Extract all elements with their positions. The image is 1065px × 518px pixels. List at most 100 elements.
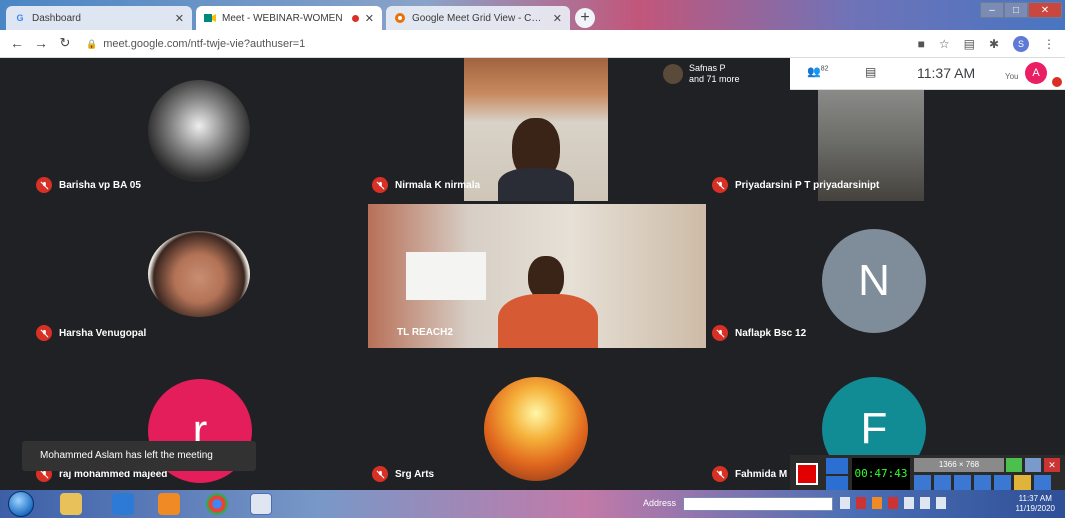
participant-tile[interactable]: Barisha vp BA 05 bbox=[30, 58, 366, 201]
back-icon[interactable]: ← bbox=[8, 35, 26, 51]
participant-name: Fahmida M bbox=[712, 466, 787, 482]
reading-list-icon[interactable]: ▤ bbox=[964, 37, 975, 51]
participant-name: Barisha vp BA 05 bbox=[36, 177, 141, 193]
profile-avatar[interactable]: S bbox=[1013, 36, 1029, 52]
tab-label: Google Meet Grid View - Chrom bbox=[412, 12, 547, 24]
folder-icon[interactable] bbox=[1014, 475, 1031, 490]
clock-time: 11:37 AM bbox=[1018, 494, 1052, 503]
tab-label: Meet - WEBINAR-WOMEN bbox=[222, 12, 343, 24]
participant-tile[interactable]: TL REACH2 bbox=[368, 204, 706, 348]
network-icon[interactable] bbox=[936, 497, 946, 509]
self-avatar[interactable]: A bbox=[1025, 62, 1047, 84]
new-tab-button[interactable]: + bbox=[575, 8, 595, 28]
close-icon[interactable]: ✕ bbox=[1044, 458, 1060, 472]
record-button[interactable] bbox=[796, 463, 818, 485]
resolution-label: 1366 × 768 bbox=[914, 458, 1004, 472]
pause-icon[interactable] bbox=[826, 476, 848, 491]
camera-icon[interactable] bbox=[826, 458, 848, 474]
tray-icon[interactable] bbox=[840, 497, 850, 509]
forward-icon[interactable]: → bbox=[32, 35, 50, 51]
minimize-button[interactable]: – bbox=[980, 2, 1004, 18]
mic-off-icon bbox=[36, 325, 52, 341]
participant-tile[interactable]: Srg Arts bbox=[366, 349, 706, 490]
participant-name: Naflapk Bsc 12 bbox=[712, 325, 806, 341]
self-label: You bbox=[1005, 72, 1019, 81]
tab-grid-view[interactable]: Google Meet Grid View - Chrom ✕ bbox=[386, 6, 570, 30]
taskbar-address-input[interactable] bbox=[683, 497, 833, 511]
mic-off-icon bbox=[712, 325, 728, 341]
start-button[interactable] bbox=[8, 491, 34, 517]
google-icon: G bbox=[16, 13, 24, 23]
menu-icon[interactable]: ⋮ bbox=[1043, 37, 1055, 51]
tray-icon[interactable] bbox=[888, 497, 898, 509]
url-text: meet.google.com/ntf-twje-vie?authuser=1 bbox=[103, 38, 306, 50]
close-icon[interactable]: ✕ bbox=[553, 12, 562, 25]
tray-icon[interactable] bbox=[856, 497, 866, 509]
participant-avatar: N bbox=[822, 229, 926, 333]
close-icon[interactable]: ✕ bbox=[175, 12, 184, 25]
pen-icon[interactable] bbox=[994, 475, 1011, 490]
tab-dashboard[interactable]: G Dashboard ✕ bbox=[6, 6, 192, 30]
recording-timer: 00:47:43 bbox=[852, 458, 910, 490]
speaker-icon[interactable] bbox=[914, 475, 931, 490]
maximize-button[interactable]: □ bbox=[1004, 2, 1028, 18]
address-bar: ← → ↻ 🔒 meet.google.com/ntf-twje-vie?aut… bbox=[0, 30, 1065, 58]
taskbar: Address 11:37 AM 11/19/2020 bbox=[0, 490, 1065, 518]
browser-tab-bar: G Dashboard ✕ Meet - WEBINAR-WOMEN ✕ Goo… bbox=[0, 0, 1065, 30]
extensions-icon[interactable]: ✱ bbox=[989, 37, 999, 51]
close-icon[interactable]: ✕ bbox=[365, 12, 374, 25]
snap-icon[interactable] bbox=[1006, 458, 1022, 472]
rollup-name: Safnas P bbox=[689, 63, 726, 73]
participant-name: Srg Arts bbox=[372, 466, 434, 482]
media-player-icon[interactable] bbox=[158, 493, 180, 515]
participant-video-body bbox=[498, 294, 598, 348]
star-icon[interactable]: ☆ bbox=[939, 37, 950, 51]
chrome-icon[interactable] bbox=[206, 493, 228, 515]
close-window-button[interactable]: ✕ bbox=[1028, 2, 1062, 18]
minimize-icon[interactable] bbox=[1025, 458, 1041, 472]
volume-icon[interactable] bbox=[920, 497, 930, 509]
participant-photo bbox=[484, 377, 588, 481]
address-label: Address bbox=[643, 498, 677, 508]
participant-tile[interactable]: N Naflapk Bsc 12 bbox=[706, 201, 1042, 349]
recorder-tools bbox=[914, 475, 1062, 491]
recorder-widget: 00:47:43 1366 × 768 ✕ bbox=[790, 455, 1065, 493]
avatar bbox=[663, 64, 683, 84]
participant-tile[interactable]: Harsha Venugopal bbox=[30, 201, 366, 349]
extension-icon bbox=[394, 12, 406, 24]
participants-rollup[interactable]: Safnas P and 71 more bbox=[655, 58, 790, 90]
file-explorer-icon[interactable] bbox=[60, 493, 82, 515]
window-controls: – □ ✕ bbox=[980, 2, 1062, 20]
tray-icon[interactable] bbox=[872, 497, 882, 509]
toolbar-icons: ■ ☆ ▤ ✱ S ⋮ bbox=[918, 36, 1055, 52]
chat-icon[interactable]: ▤ bbox=[865, 65, 876, 79]
participant-name: Nirmala K nirmala bbox=[372, 177, 480, 193]
taskbar-clock[interactable]: 11:37 AM 11/19/2020 bbox=[1016, 494, 1055, 514]
internet-explorer-icon[interactable] bbox=[112, 493, 134, 515]
screen: G Dashboard ✕ Meet - WEBINAR-WOMEN ✕ Goo… bbox=[0, 0, 1065, 518]
participant-name: TL REACH2 bbox=[374, 324, 453, 340]
url-field[interactable]: 🔒 meet.google.com/ntf-twje-vie?authuser=… bbox=[86, 34, 906, 54]
mic-off-icon bbox=[712, 177, 728, 193]
reload-icon[interactable]: ↻ bbox=[56, 35, 74, 51]
meet-grid: Barisha vp BA 05 Nirmala K nirmala Priya… bbox=[0, 58, 1065, 490]
participant-name: Priyadarsini P T priyadarsinipt bbox=[712, 177, 879, 193]
people-icon[interactable]: 👥82 bbox=[807, 65, 829, 78]
tray-icon[interactable] bbox=[904, 497, 914, 509]
mic-off-icon bbox=[712, 466, 728, 482]
mic-off-icon bbox=[372, 466, 388, 482]
webcam-icon[interactable] bbox=[954, 475, 971, 490]
microphone-icon[interactable] bbox=[934, 475, 951, 490]
self-mic-off-icon bbox=[1052, 77, 1062, 87]
mic-off-icon bbox=[374, 324, 390, 340]
tab-meet[interactable]: Meet - WEBINAR-WOMEN ✕ bbox=[196, 6, 382, 30]
paint-icon[interactable] bbox=[250, 493, 272, 515]
tab-label: Dashboard bbox=[32, 12, 81, 24]
participant-video bbox=[464, 58, 608, 201]
recorder-window-controls: ✕ bbox=[1006, 458, 1062, 472]
participant-photo bbox=[148, 80, 250, 182]
camera-icon[interactable]: ■ bbox=[918, 37, 925, 51]
clock-date: 11/19/2020 bbox=[1015, 504, 1055, 513]
cursor-icon[interactable] bbox=[974, 475, 991, 490]
settings-icon[interactable] bbox=[1034, 475, 1051, 490]
